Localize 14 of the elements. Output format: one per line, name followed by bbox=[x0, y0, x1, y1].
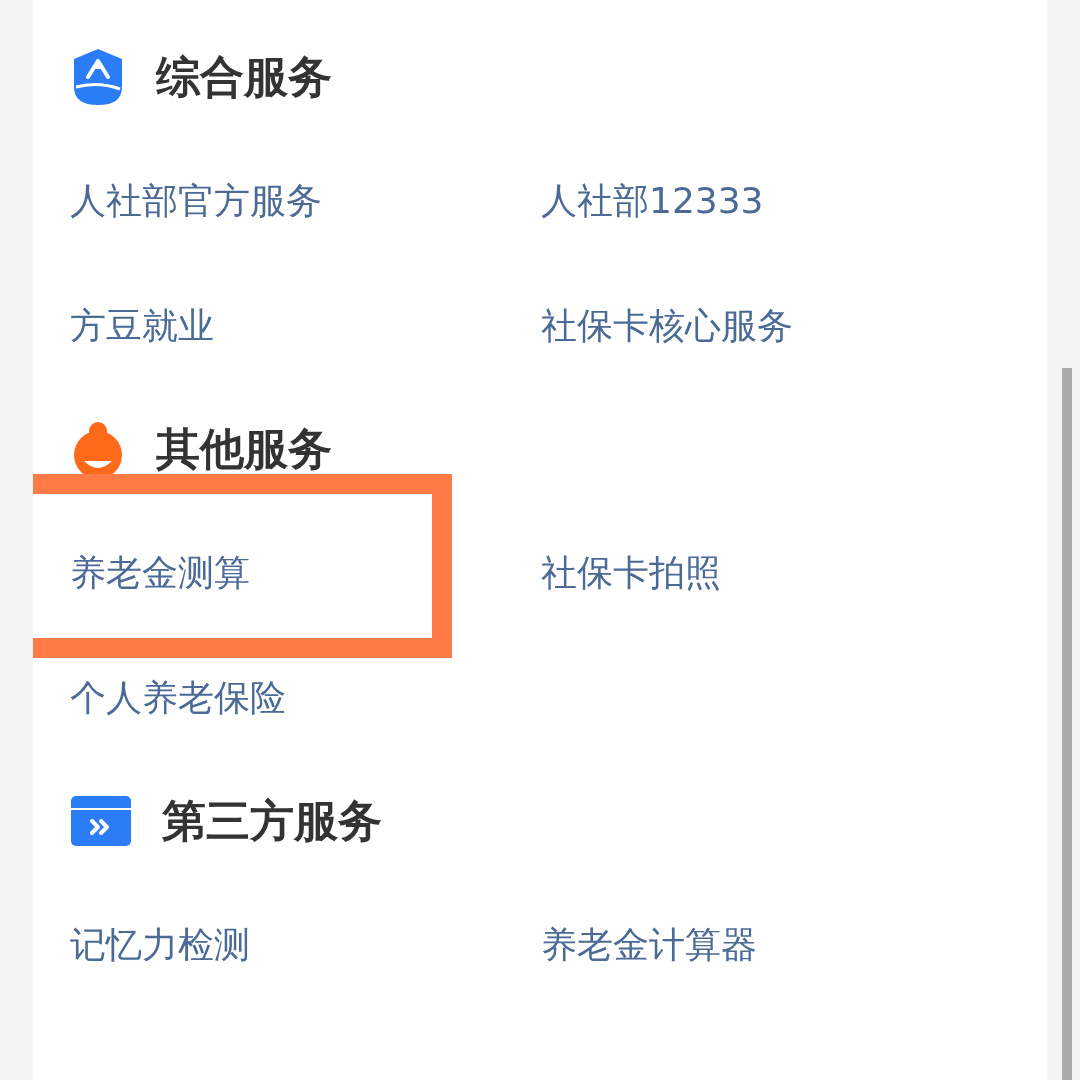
card-icon bbox=[70, 795, 132, 847]
section-title: 其他服务 bbox=[156, 427, 332, 471]
scrollbar[interactable] bbox=[1062, 368, 1072, 1080]
service-link[interactable]: 养老金计算器 bbox=[541, 922, 757, 967]
service-link[interactable]: 人社部官方服务 bbox=[70, 178, 322, 223]
service-link[interactable]: 社保卡拍照 bbox=[541, 550, 721, 595]
service-link[interactable]: 个人养老保险 bbox=[70, 675, 286, 720]
service-link[interactable]: 方豆就业 bbox=[70, 303, 214, 348]
service-link[interactable]: 社保卡核心服务 bbox=[541, 303, 793, 348]
service-link[interactable]: 人社部12333 bbox=[541, 178, 764, 223]
section-title: 综合服务 bbox=[156, 55, 332, 99]
service-link[interactable]: 记忆力检测 bbox=[70, 922, 250, 967]
service-link[interactable]: 养老金测算 bbox=[70, 550, 250, 595]
section-title: 第三方服务 bbox=[162, 799, 382, 843]
